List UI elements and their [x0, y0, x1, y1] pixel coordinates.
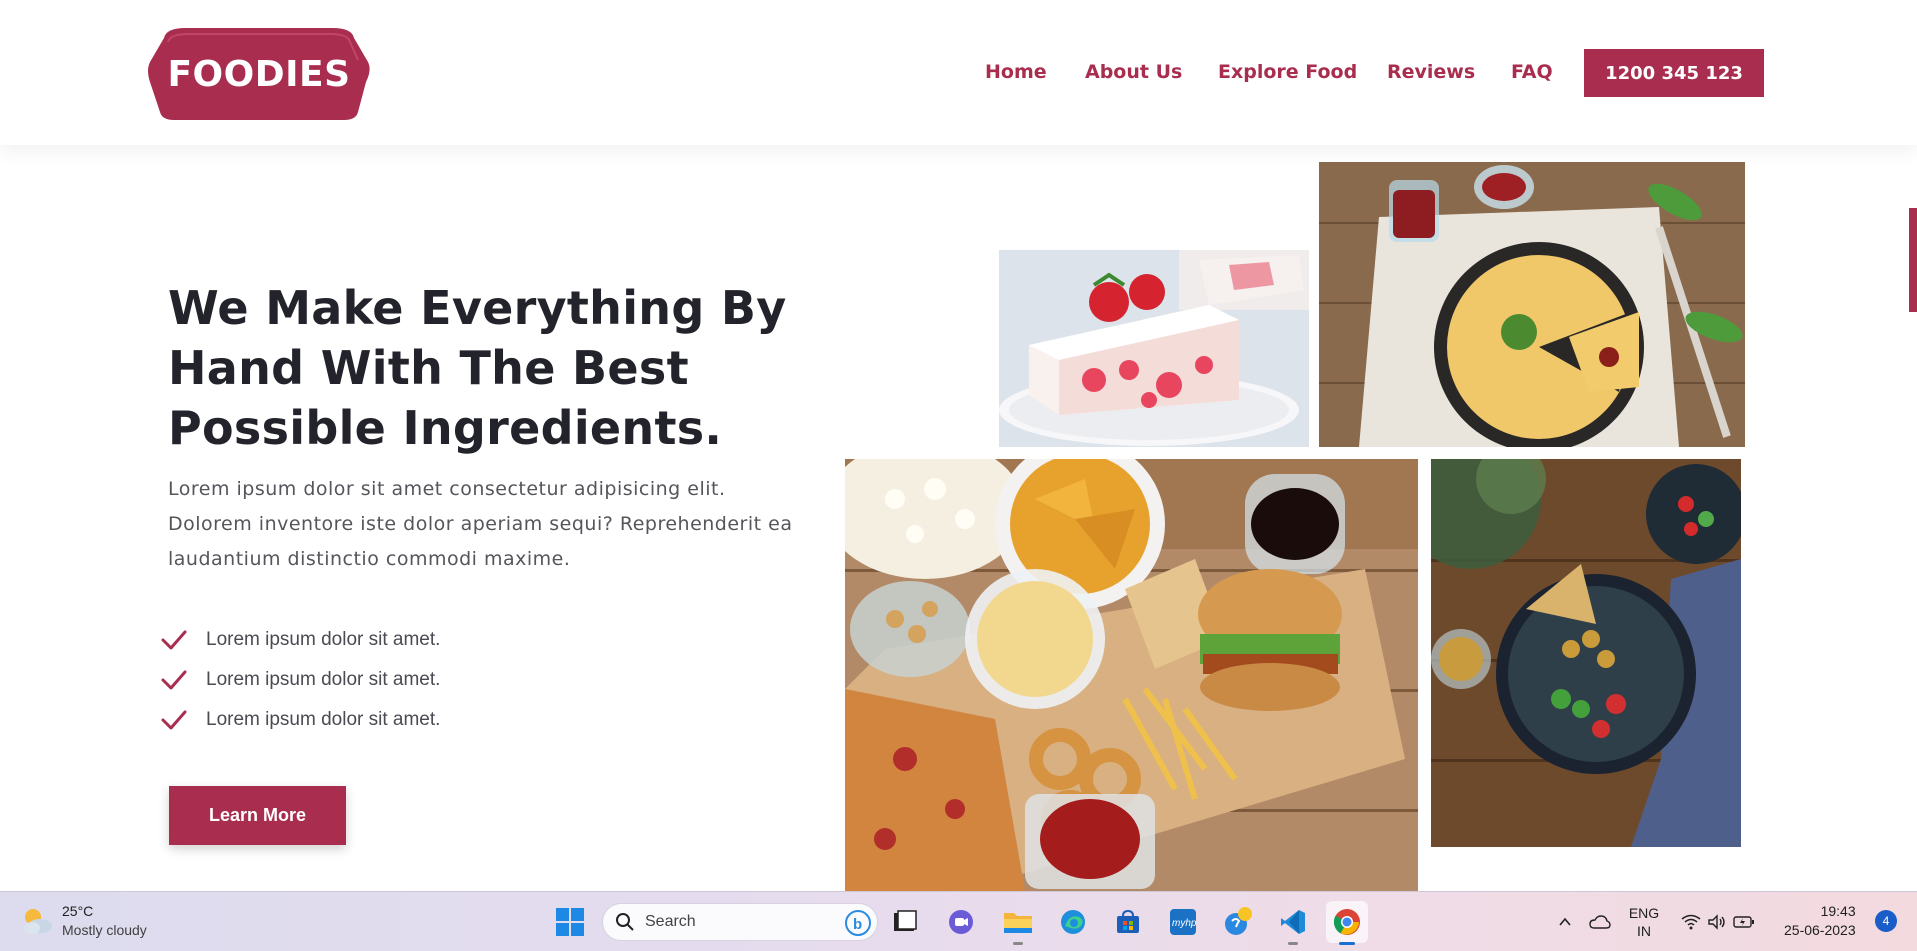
hero-title-line: Possible Ingredients.	[168, 401, 723, 455]
system-tray: ENG IN	[1550, 892, 1755, 951]
get-started-icon	[1225, 907, 1252, 935]
terminal-app-icon	[894, 910, 917, 931]
svg-text:myhp: myhp	[1172, 918, 1197, 929]
weather-widget[interactable]: 25°C Mostly cloudy	[20, 902, 147, 940]
edge-icon	[1061, 910, 1085, 934]
phone-button[interactable]: 1200 345 123	[1584, 49, 1764, 97]
check-icon	[161, 670, 187, 690]
fast-food-platter-photo	[845, 459, 1418, 891]
vscode-icon	[1281, 910, 1305, 934]
bing-icon[interactable]: b	[845, 910, 871, 936]
hero-description-line: Lorem ipsum dolor sit amet consectetur a…	[168, 478, 726, 500]
omelette-photo	[1319, 162, 1745, 447]
folder-icon	[1004, 913, 1032, 933]
search-icon	[616, 913, 634, 931]
taskbar-app-terminal[interactable]	[884, 901, 926, 943]
taskbar-app-vscode[interactable]	[1272, 901, 1314, 945]
onedrive-cloud-icon[interactable]	[1589, 914, 1611, 930]
volume-icon[interactable]	[1707, 914, 1727, 930]
strawberry-cake-photo	[999, 250, 1309, 447]
hero-description-line: Dolorem inventore iste dolor aperiam seq…	[168, 513, 793, 535]
taskbar-app-get-started[interactable]	[1217, 901, 1259, 943]
running-indicator	[1013, 942, 1023, 945]
hero-title: We Make Everything By Hand With The Best…	[168, 278, 808, 458]
battery-icon[interactable]	[1733, 914, 1755, 930]
hero-description: Lorem ipsum dolor sit amet consectetur a…	[168, 472, 808, 577]
search-input[interactable]	[645, 913, 825, 931]
region-code: IN	[1637, 923, 1651, 939]
hero-description-line: laudantium distinctio commodi maxime.	[168, 548, 571, 570]
chevron-up-icon[interactable]	[1557, 914, 1573, 930]
feature-item: Lorem ipsum dolor sit amet.	[160, 700, 440, 740]
feature-list: Lorem ipsum dolor sit amet. Lorem ipsum …	[160, 620, 440, 740]
taskbar-app-store[interactable]	[1107, 901, 1149, 943]
windows-taskbar: 25°C Mostly cloudy b	[0, 891, 1917, 951]
windows-logo-icon	[556, 908, 584, 936]
feature-text: Lorem ipsum dolor sit amet.	[206, 669, 441, 690]
weather-temperature: 25°C	[62, 903, 94, 919]
taskbar-app-chrome[interactable]	[1326, 901, 1368, 945]
hero-title-line: Hand With The Best	[168, 341, 689, 395]
clock-time: 19:43	[1820, 903, 1856, 919]
nav-about-us[interactable]: About Us	[1085, 61, 1182, 83]
myhp-icon: myhp	[1170, 909, 1197, 935]
notification-badge[interactable]: 4	[1875, 910, 1897, 932]
weather-condition: Mostly cloudy	[62, 922, 147, 938]
store-bag-icon	[1117, 909, 1139, 933]
feature-item: Lorem ipsum dolor sit amet.	[160, 660, 440, 700]
nav-reviews[interactable]: Reviews	[1387, 61, 1475, 83]
salad-bowl-photo	[1431, 459, 1741, 847]
page: FOODIES Home About Us Explore Food Revie…	[0, 0, 1917, 951]
site-header: FOODIES Home About Us Explore Food Revie…	[0, 0, 1917, 145]
foodies-logo[interactable]: FOODIES	[146, 26, 372, 120]
hero-title-line: We Make Everything By	[168, 281, 787, 335]
taskbar-app-myhp[interactable]: myhp	[1162, 901, 1204, 943]
learn-more-button[interactable]: Learn More	[169, 786, 346, 845]
logo-text: FOODIES	[167, 54, 351, 95]
nav-home[interactable]: Home	[985, 61, 1047, 83]
chrome-icon	[1333, 909, 1360, 935]
language-code: ENG	[1628, 905, 1660, 921]
teams-chat-icon	[949, 910, 973, 934]
system-clock[interactable]: 19:43 25-06-2023	[1784, 902, 1856, 940]
taskbar-app-teams[interactable]	[940, 901, 982, 943]
running-indicator	[1288, 942, 1298, 945]
feature-item: Lorem ipsum dolor sit amet.	[160, 620, 440, 660]
check-icon	[161, 630, 187, 650]
start-button[interactable]	[549, 901, 591, 943]
partly-cloudy-icon	[24, 909, 52, 934]
feature-text: Lorem ipsum dolor sit amet.	[206, 629, 441, 650]
active-indicator	[1339, 942, 1355, 945]
wifi-icon[interactable]	[1681, 914, 1701, 930]
language-indicator[interactable]: ENG IN	[1627, 904, 1661, 940]
nav-explore-food[interactable]: Explore Food	[1218, 61, 1357, 83]
check-icon	[161, 710, 187, 730]
nav-faq[interactable]: FAQ	[1511, 61, 1553, 83]
clock-date: 25-06-2023	[1784, 922, 1856, 938]
taskbar-app-edge[interactable]	[1052, 901, 1094, 943]
taskbar-search[interactable]: b	[602, 903, 878, 941]
taskbar-app-file-explorer[interactable]	[997, 901, 1039, 945]
svg-text:b: b	[853, 916, 862, 933]
feature-text: Lorem ipsum dolor sit amet.	[206, 709, 441, 730]
scroll-indicator[interactable]	[1909, 208, 1917, 312]
